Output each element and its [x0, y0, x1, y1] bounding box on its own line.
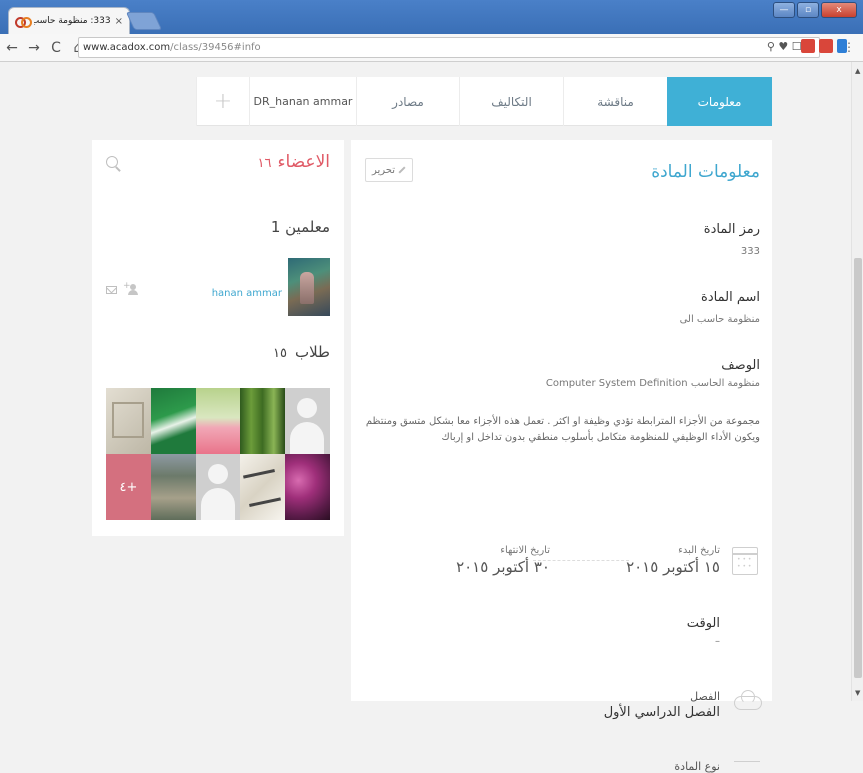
teacher-name-link[interactable]: hanan ammar [212, 288, 282, 299]
back-icon[interactable]: ← [2, 38, 22, 58]
tab-discussion[interactable]: مناقشة [563, 77, 667, 126]
cloud-icon [734, 690, 762, 710]
course-name-value: منظومة حاسب الى [679, 314, 760, 325]
edit-label: تحرير [371, 164, 396, 176]
course-code-value: 333 [740, 246, 760, 257]
window-controls: — ▫ x [773, 2, 857, 18]
student-avatar[interactable] [285, 454, 330, 520]
semester-value: الفصل الدراسي الأول [603, 705, 720, 720]
start-date-label: تاريخ البدء [678, 545, 720, 556]
browser-titlebar: 333: منظومة حاسب الى mar × — ▫ x [0, 0, 863, 34]
end-date-block: تاريخ الانتهاء ٣٠ أكتوبر ٢٠١٥ [456, 545, 550, 576]
end-date-label: تاريخ الانتهاء [500, 545, 550, 556]
time-label: الوقت [686, 616, 720, 631]
members-panel: الاعضاء١٦ + معلمين 1 hanan ammar + طلاب١… [92, 140, 344, 536]
teacher-avatar[interactable] [288, 258, 330, 316]
course-code-label: رمز المادة [703, 222, 760, 237]
student-avatar[interactable] [150, 388, 196, 454]
students-count: ١٥ [273, 346, 287, 361]
students-avatar-grid: ٤+ [106, 388, 330, 520]
members-title-text: الاعضاء [277, 152, 330, 172]
description-label: الوصف [721, 358, 760, 373]
browser-tab[interactable]: 333: منظومة حاسب الى mar × [8, 7, 130, 34]
tab-resources[interactable]: مصادر [356, 77, 459, 126]
description-title: منظومة الحاسب Computer System Definition [545, 378, 760, 389]
tab-title: 333: منظومة حاسب الى mar [34, 16, 111, 26]
student-avatar[interactable] [106, 388, 151, 454]
more-students-button[interactable]: ٤+ [106, 454, 151, 520]
acadox-favicon-icon [15, 16, 32, 28]
student-avatar-placeholder[interactable] [195, 454, 241, 520]
semester-label: الفصل [690, 690, 720, 703]
add-user-icon[interactable]: + [123, 281, 141, 296]
browser-menu-icon[interactable]: ⋮ [843, 40, 855, 54]
course-type-icon [734, 761, 760, 771]
tab-teacher[interactable]: DR_hanan ammar [249, 77, 356, 126]
url-domain: www.acadox.com [83, 42, 171, 53]
mail-icon[interactable] [106, 286, 117, 294]
course-type-label: نوع المادة [674, 760, 720, 773]
students-label: طلاب ١٥ [273, 343, 330, 361]
student-avatar[interactable] [240, 388, 286, 454]
browser-toolbar: ← → C ⌂ i www.acadox.com/class/39456#inf… [0, 34, 863, 127]
teachers-label: معلمين 1 [270, 218, 330, 236]
search-icon[interactable] [106, 156, 122, 172]
start-date-value: ١٥ أكتوبر ٢٠١٥ [626, 558, 720, 576]
restore-button[interactable]: ▫ [797, 2, 819, 18]
tab-info[interactable]: معلومات [667, 77, 772, 126]
end-date-value: ٣٠ أكتوبر ٢٠١٥ [456, 558, 550, 576]
forward-icon[interactable]: → [24, 38, 44, 58]
class-nav-tabs: معلومات مناقشة التكاليف مصادر DR_hanan a… [196, 77, 772, 126]
pencil-icon [398, 166, 406, 174]
course-info-heading: معلومات المادة [651, 162, 760, 182]
scroll-up-icon[interactable]: ▲ [855, 67, 860, 75]
page-scrollbar[interactable]: ▲ ▼ [851, 62, 863, 701]
tab-close-icon[interactable]: × [115, 16, 123, 27]
description-body: مجموعة من الأجزاء المترابطة تؤدي وظيفة ا… [365, 416, 760, 443]
address-bar[interactable]: i www.acadox.com/class/39456#info ⚲ ♥ ☐ … [78, 37, 820, 127]
student-avatar[interactable] [195, 388, 241, 454]
tab-assignments[interactable]: التكاليف [459, 77, 563, 126]
edit-button[interactable]: تحرير [365, 158, 413, 182]
new-tab-button[interactable] [125, 12, 163, 30]
student-avatar-placeholder[interactable] [285, 388, 330, 454]
extension-icon[interactable] [801, 39, 815, 53]
minimize-button[interactable]: — [773, 2, 795, 18]
student-avatar[interactable] [240, 454, 286, 520]
page-content: معلومات مناقشة التكاليف مصادر DR_hanan a… [0, 62, 863, 773]
reload-icon[interactable]: C [46, 38, 66, 58]
teachers-actions: + [106, 281, 141, 296]
course-info-panel: معلومات المادة تحرير رمز المادة 333 اسم … [351, 140, 772, 773]
students-label-text: طلاب [294, 343, 330, 361]
start-date-block: تاريخ البدء ١٥ أكتوبر ٢٠١٥ [626, 545, 720, 576]
window-close-button[interactable]: x [821, 2, 857, 18]
student-avatar[interactable] [150, 454, 196, 520]
members-count: ١٦ [257, 156, 272, 171]
members-title: الاعضاء ١٦ [258, 152, 330, 172]
add-tab-button[interactable]: + [196, 77, 249, 126]
scrollbar-thumb[interactable] [854, 258, 862, 678]
time-value: – [715, 636, 720, 647]
scroll-down-icon[interactable]: ▼ [855, 689, 860, 697]
course-name-label: اسم المادة [701, 290, 760, 305]
url-path: /class/39456#info [170, 42, 261, 53]
gmail-extension-icon[interactable] [819, 39, 833, 53]
calendar-icon [732, 547, 758, 575]
